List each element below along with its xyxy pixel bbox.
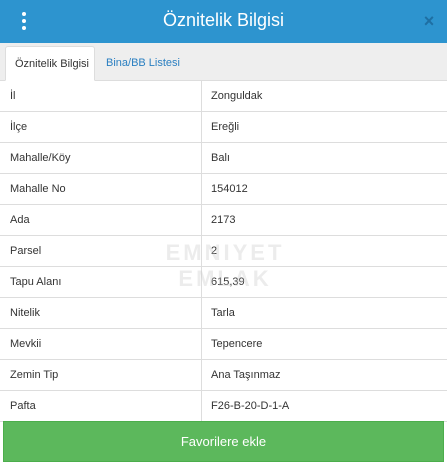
row-key: Tapu Alanı [0, 267, 202, 297]
row-key: İlçe [0, 112, 202, 142]
row-value: 615,39 [211, 276, 245, 288]
page-title: Öznitelik Bilgisi [162, 10, 285, 30]
row-value: 154012 [211, 183, 248, 195]
row-value: 2 [211, 245, 218, 257]
row-key: Mahalle No [0, 174, 202, 204]
tab-bina-bb-listesi[interactable]: Bina/BB Listesi [97, 46, 189, 81]
row-value: Balı [211, 152, 230, 164]
row-key: İl [0, 81, 202, 111]
row-key: Zemin Tip [0, 360, 202, 390]
row-key: Mevkii [0, 329, 202, 359]
table-row: İl Zonguldak [0, 81, 447, 112]
table-row: Zemin Tip Ana Taşınmaz [0, 360, 447, 391]
row-value: 2173 [211, 214, 236, 226]
table-row: Nitelik Tarla [0, 298, 447, 329]
table-row: Ada 2173 [0, 205, 447, 236]
header-bar: Öznitelik Bilgisi × [0, 0, 447, 43]
table-row: Tapu Alanı 615,39 [0, 267, 447, 298]
row-value: Tepencere [211, 338, 263, 350]
table-row: Mahalle No 154012 [0, 174, 447, 205]
table-row: Pafta F26-B-20-D-1-A [0, 391, 447, 422]
row-value: Ereğli [211, 121, 240, 133]
table-row: Parsel 2 [0, 236, 447, 267]
row-key: Nitelik [0, 298, 202, 328]
table-row: İlçe Ereğli [0, 112, 447, 143]
table-row: Mahalle/Köy Balı [0, 143, 447, 174]
add-to-favorites-button[interactable]: Favorilere ekle [3, 421, 444, 462]
tab-bar: Öznitelik Bilgisi Bina/BB Listesi [0, 43, 447, 81]
row-value: Zonguldak [211, 90, 263, 102]
attribute-table: İl Zonguldak İlçe Ereğli Mahalle/Köy Bal… [0, 81, 447, 422]
tab-oznitelik-bilgisi[interactable]: Öznitelik Bilgisi [5, 46, 95, 81]
row-key: Ada [0, 205, 202, 235]
row-value: Tarla [211, 307, 235, 319]
row-value: Ana Taşınmaz [211, 369, 281, 381]
row-key: Pafta [0, 391, 202, 421]
row-value: F26-B-20-D-1-A [211, 400, 290, 412]
row-key: Parsel [0, 236, 202, 266]
close-icon[interactable]: × [419, 9, 439, 33]
row-key: Mahalle/Köy [0, 143, 202, 173]
table-row: Mevkii Tepencere [0, 329, 447, 360]
